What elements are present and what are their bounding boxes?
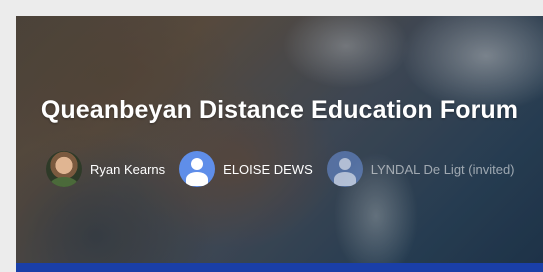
nav-bar-strip [16, 263, 543, 272]
avatar-photo-shirt [50, 177, 78, 187]
person-icon [326, 151, 363, 187]
participant-name: ELOISE DEWS [223, 161, 313, 177]
participant-name: Ryan Kearns [90, 161, 166, 177]
participant-list: Ryan Kearns ELOISE DEWS LYNDAL De Ligt (… [46, 151, 529, 187]
person-icon-body [186, 172, 209, 186]
participant-lyndal-de-ligt[interactable]: LYNDAL De Ligt (invited) [326, 151, 515, 187]
person-icon [179, 151, 216, 187]
person-icon-head [338, 158, 351, 170]
forum-header-banner: Queanbeyan Distance Education Forum Ryan… [16, 16, 543, 272]
participant-name: LYNDAL De Ligt (invited) [370, 161, 515, 177]
person-icon-body [333, 172, 356, 186]
forum-title: Queanbeyan Distance Education Forum [40, 96, 519, 124]
avatar [46, 151, 82, 187]
person-icon-head [191, 158, 204, 170]
participant-ryan-kearns[interactable]: Ryan Kearns [46, 151, 165, 187]
participant-eloise-dews[interactable]: ELOISE DEWS [179, 151, 313, 187]
